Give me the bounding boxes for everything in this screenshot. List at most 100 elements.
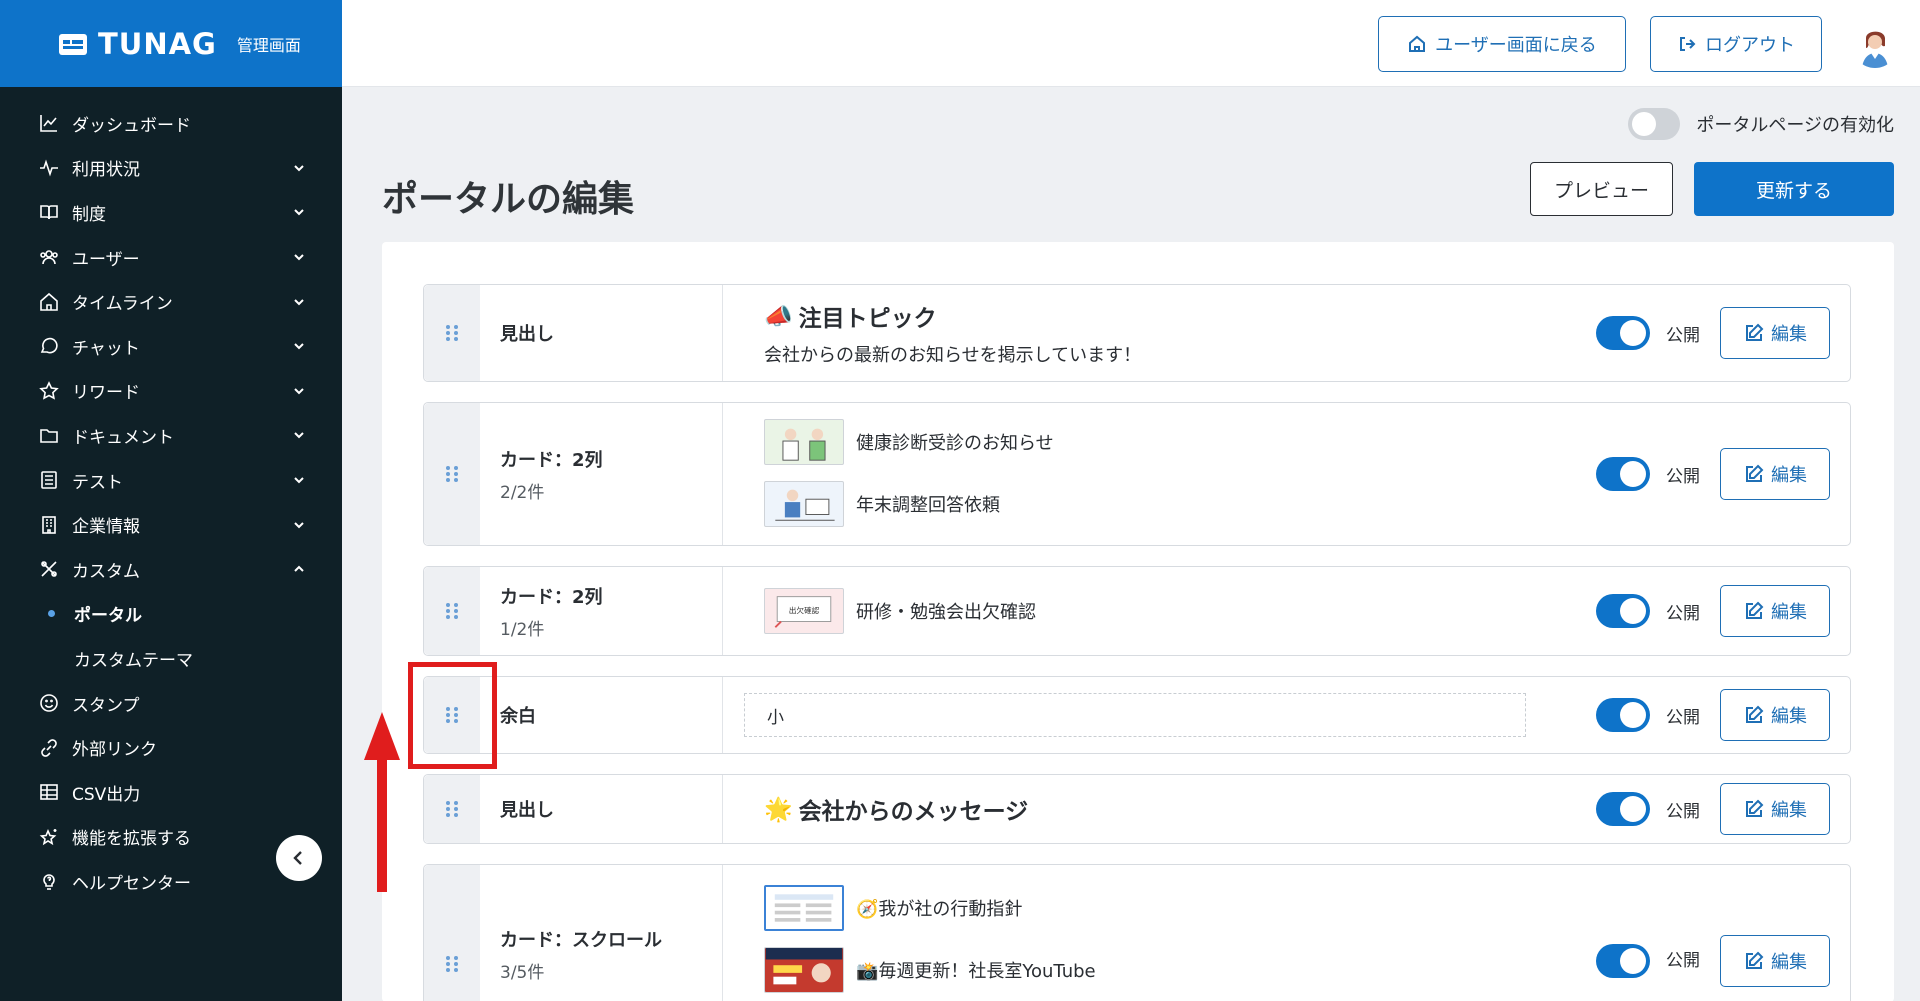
sidebar-item-dashboard[interactable]: ダッシュボード [0, 101, 342, 146]
tunag-logo: TUNAG [58, 27, 217, 61]
sidebar-item-external-link[interactable]: 外部リンク [0, 725, 342, 770]
brand-header[interactable]: TUNAG 管理画面 [0, 0, 342, 87]
block-row: カード：2列 2/2件 健康診断受診のお知らせ 年末調整回答依頼 公開 編集 [423, 402, 1851, 546]
sparkle-star-icon [38, 826, 60, 848]
sidebar: TUNAG 管理画面 ダッシュボード 利用状況 制度 ユーザー タイムライン チ… [0, 0, 342, 1001]
card-item: 出欠確認 研修・勉強会出欠確認 [764, 588, 1036, 634]
spacer-size-value: 小 [767, 707, 784, 728]
public-toggle[interactable] [1596, 698, 1650, 732]
edit-button[interactable]: 編集 [1720, 585, 1830, 637]
book-icon [38, 201, 60, 223]
logout-button[interactable]: ログアウト [1650, 16, 1822, 72]
edit-button[interactable]: 編集 [1720, 307, 1830, 359]
block-type-name: カード：2列 [500, 586, 603, 608]
edit-button[interactable]: 編集 [1720, 935, 1830, 987]
help-bulb-icon [38, 870, 60, 892]
public-toggle[interactable] [1596, 316, 1650, 350]
folder-icon [38, 424, 60, 446]
block-controls: 公開 編集 [1596, 865, 1830, 1001]
chevron-down-icon [292, 428, 306, 442]
sidebar-item-usage[interactable]: 利用状況 [0, 146, 342, 191]
annotation-up-arrow [364, 712, 400, 892]
public-label: 公開 [1666, 707, 1700, 728]
block-type: 余白 [480, 677, 723, 753]
block-controls: 公開 編集 [1596, 567, 1830, 655]
edit-button[interactable]: 編集 [1720, 783, 1830, 835]
block-type: カード：2列 1/2件 [480, 567, 723, 655]
drag-handle[interactable] [424, 285, 480, 381]
preview-button[interactable]: プレビュー [1530, 162, 1673, 216]
sidebar-item-timeline[interactable]: タイムライン [0, 279, 342, 324]
sidebar-item-document[interactable]: ドキュメント [0, 413, 342, 458]
logo-icon [59, 33, 87, 55]
avatar[interactable] [1852, 22, 1898, 68]
chevron-down-icon [292, 295, 306, 309]
drag-handle[interactable] [424, 567, 480, 655]
activity-icon [38, 157, 60, 179]
block-count: 1/2件 [500, 619, 545, 640]
sidebar-item-label: 利用状況 [72, 160, 140, 181]
heading-title-text: 注目トピック [798, 306, 937, 332]
sidebar-item-users[interactable]: ユーザー [0, 235, 342, 280]
sidebar-item-label: リワード [72, 383, 140, 404]
sidebar-item-reward[interactable]: リワード [0, 369, 342, 414]
sidebar-item-label: 制度 [72, 204, 106, 225]
back-to-user-button[interactable]: ユーザー画面に戻る [1378, 16, 1626, 72]
card-thumbnail [764, 947, 844, 993]
block-type-name: 見出し [500, 324, 554, 345]
portal-enable-toggle[interactable] [1628, 108, 1681, 140]
star-sparkle-icon: 🌟 [764, 796, 793, 823]
card-thumbnail [764, 419, 844, 465]
edit-label: 編集 [1771, 465, 1807, 486]
card-thumbnail: 出欠確認 [764, 588, 844, 634]
sidebar-subitem-portal[interactable]: ポータル [0, 592, 342, 637]
sidebar-item-label: 機能を拡張する [72, 829, 191, 850]
sidebar-item-csv-export[interactable]: CSV出力 [0, 770, 342, 815]
chevron-down-icon [292, 161, 306, 175]
card-title: 健康診断受診のお知らせ [856, 433, 1054, 454]
sidebar-item-company[interactable]: 企業情報 [0, 502, 342, 547]
chevron-down-icon [292, 473, 306, 487]
card-item: 健康診断受診のお知らせ [764, 419, 1550, 465]
block-type-name: カード：スクロール [500, 930, 662, 951]
sidebar-collapse-button[interactable] [276, 835, 322, 881]
brand-name: TUNAG [98, 26, 217, 61]
sidebar-subitem-custom-theme[interactable]: カスタムテーマ [0, 636, 342, 681]
block-content: 健康診断受診のお知らせ 年末調整回答依頼 [744, 403, 1550, 545]
drag-handle[interactable] [424, 775, 480, 843]
heading-title: 🌟 会社からのメッセージ [764, 792, 1028, 826]
grip-dots-icon [446, 603, 458, 619]
sidebar-item-chat[interactable]: チャット [0, 324, 342, 369]
edit-label: 編集 [1771, 952, 1807, 973]
active-dot [48, 610, 55, 618]
sidebar-item-label: ユーザー [72, 249, 140, 270]
block-content: 🌟 会社からのメッセージ [744, 775, 1550, 843]
card-thumbnail [764, 481, 844, 527]
table-icon [38, 781, 60, 803]
public-toggle[interactable] [1596, 944, 1650, 978]
sidebar-item-test[interactable]: テスト [0, 458, 342, 503]
update-button[interactable]: 更新する [1694, 162, 1894, 216]
public-toggle[interactable] [1596, 457, 1650, 491]
card-item: 🧭我が社の行動指針 [764, 885, 1550, 931]
edit-button[interactable]: 編集 [1720, 448, 1830, 500]
sidebar-item-custom[interactable]: カスタム [0, 547, 342, 592]
drag-handle[interactable] [424, 865, 480, 1001]
chart-line-icon [38, 112, 60, 134]
edit-label: 編集 [1771, 324, 1807, 345]
sidebar-nav: ダッシュボード 利用状況 制度 ユーザー タイムライン チャット リワード ドキ… [0, 87, 342, 904]
public-toggle[interactable] [1596, 594, 1650, 628]
drag-handle[interactable] [424, 677, 480, 753]
sidebar-item-label: CSV出力 [72, 784, 141, 805]
public-label: 公開 [1666, 951, 1700, 971]
card-item: 📸毎週更新！社長室YouTube [764, 947, 1550, 993]
block-count: 3/5件 [500, 963, 545, 983]
sidebar-item-system[interactable]: 制度 [0, 190, 342, 235]
grip-dots-icon [446, 801, 458, 817]
sidebar-item-stamp[interactable]: スタンプ [0, 681, 342, 726]
public-label: 公開 [1666, 603, 1700, 624]
chevron-down-icon [292, 384, 306, 398]
public-toggle[interactable] [1596, 792, 1650, 826]
edit-button[interactable]: 編集 [1720, 689, 1830, 741]
drag-handle[interactable] [424, 403, 480, 545]
